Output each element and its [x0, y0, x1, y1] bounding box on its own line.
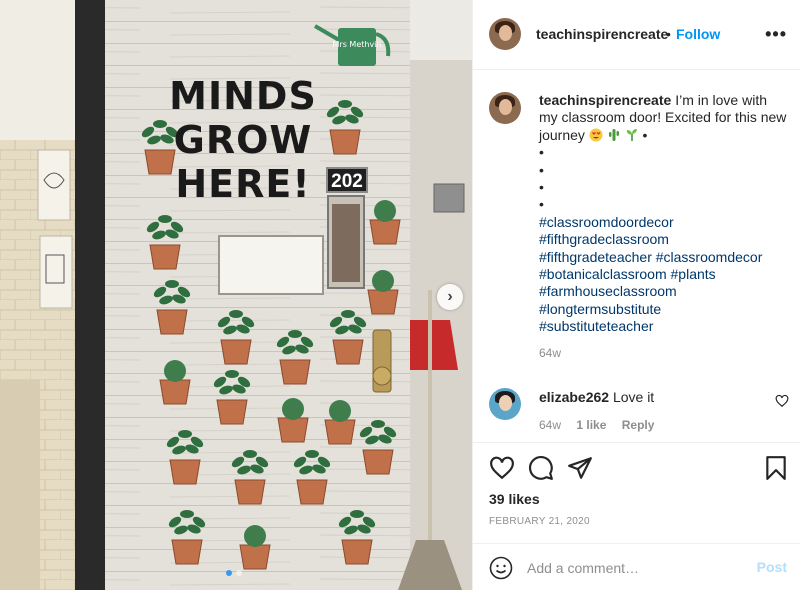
hashtag-link[interactable]: #plants	[671, 266, 716, 282]
avatar[interactable]	[489, 92, 521, 124]
caption-timestamp[interactable]: 64w	[539, 346, 789, 360]
save-bookmark-icon[interactable]	[763, 455, 789, 481]
emoji-smile-icon[interactable]	[489, 556, 513, 580]
caption-dot: •	[642, 126, 648, 143]
hashtag-link[interactable]: #classroomdoordecor	[539, 214, 789, 231]
post-comment-button[interactable]: Post	[757, 559, 787, 575]
hashtag-line: #botanicalclassroom #plants	[539, 266, 789, 283]
post-actions: 39 likes FEBRUARY 21, 2020 Post	[473, 442, 800, 590]
more-options-icon[interactable]: •••	[765, 24, 787, 45]
seedling-emoji-icon	[626, 128, 637, 141]
caption-bullet: •	[539, 196, 544, 213]
separator-dot: •	[666, 26, 671, 42]
comment-likes[interactable]: 1 like	[576, 418, 606, 432]
caption-username[interactable]: teachinspirencreate	[539, 92, 671, 108]
comment-body: elizabe262 Love it	[539, 388, 789, 406]
add-comment-input[interactable]	[527, 556, 747, 580]
caption-bullet: •	[539, 144, 544, 161]
hashtag-link[interactable]: #substituteteacher	[539, 318, 789, 335]
caption-bullet: •	[539, 179, 544, 196]
caption-bullet: •	[539, 161, 544, 178]
likes-count[interactable]: 39 likes	[489, 491, 540, 507]
carousel-indicator	[226, 570, 242, 576]
reply-button[interactable]: Reply	[622, 418, 655, 432]
like-heart-icon[interactable]	[489, 455, 515, 481]
hashtag-link[interactable]: #longtermsubstitute	[539, 301, 789, 318]
door-title: MINDS GROW HERE!	[168, 74, 318, 206]
carousel-next-button[interactable]: ›	[437, 284, 463, 310]
post-side-panel: teachinspirencreate • Follow ••• teachin…	[472, 0, 800, 590]
heart-eyes-emoji-icon	[589, 128, 603, 142]
follow-button[interactable]: Follow	[676, 26, 720, 42]
comment-timestamp[interactable]: 64w	[539, 418, 561, 432]
post-caption: teachinspirencreate I’m in love with my …	[489, 92, 789, 360]
comment-text: Love it	[612, 389, 655, 405]
hashtag-link[interactable]: #classroomdecor	[656, 249, 763, 265]
hashtag-link[interactable]: #fifthgradeclassroom	[539, 231, 789, 248]
cactus-emoji-icon	[608, 128, 619, 141]
comment-meta: 64w 1 like Reply	[539, 418, 789, 432]
chevron-right-icon: ›	[447, 288, 453, 305]
hashtag-link[interactable]: #farmhouseclassroom	[539, 283, 789, 300]
door-title-line: MINDS	[169, 74, 317, 118]
post-photo[interactable]: Mrs Methvin MINDS GROW HERE! 202 ›	[0, 0, 472, 590]
avatar[interactable]	[489, 18, 521, 50]
add-comment-bar: Post	[473, 543, 800, 590]
avatar[interactable]	[489, 388, 521, 420]
share-paper-plane-icon[interactable]	[567, 455, 593, 481]
post-date[interactable]: FEBRUARY 21, 2020	[489, 516, 590, 527]
caption-body: teachinspirencreate I’m in love with my …	[539, 92, 789, 336]
door-title-line: GROW	[173, 118, 313, 162]
header-username[interactable]: teachinspirencreate	[536, 26, 668, 42]
carousel-dot	[226, 570, 232, 576]
hashtag-line: #fifthgradeteacher #classroomdecor	[539, 249, 789, 266]
heart-icon[interactable]	[775, 394, 789, 408]
comment-username[interactable]: elizabe262	[539, 389, 609, 405]
sign-text: Mrs Methvin	[333, 40, 382, 49]
post-header: teachinspirencreate • Follow •••	[473, 0, 800, 70]
comment-bubble-icon[interactable]	[528, 455, 554, 481]
carousel-dot	[236, 570, 242, 576]
room-number-sign: 202	[326, 167, 368, 193]
hashtag-link[interactable]: #fifthgradeteacher	[539, 249, 652, 265]
door-title-line: HERE!	[175, 162, 311, 206]
comment-item: elizabe262 Love it 64w 1 like Reply	[489, 388, 789, 432]
hashtag-link[interactable]: #botanicalclassroom	[539, 266, 667, 282]
